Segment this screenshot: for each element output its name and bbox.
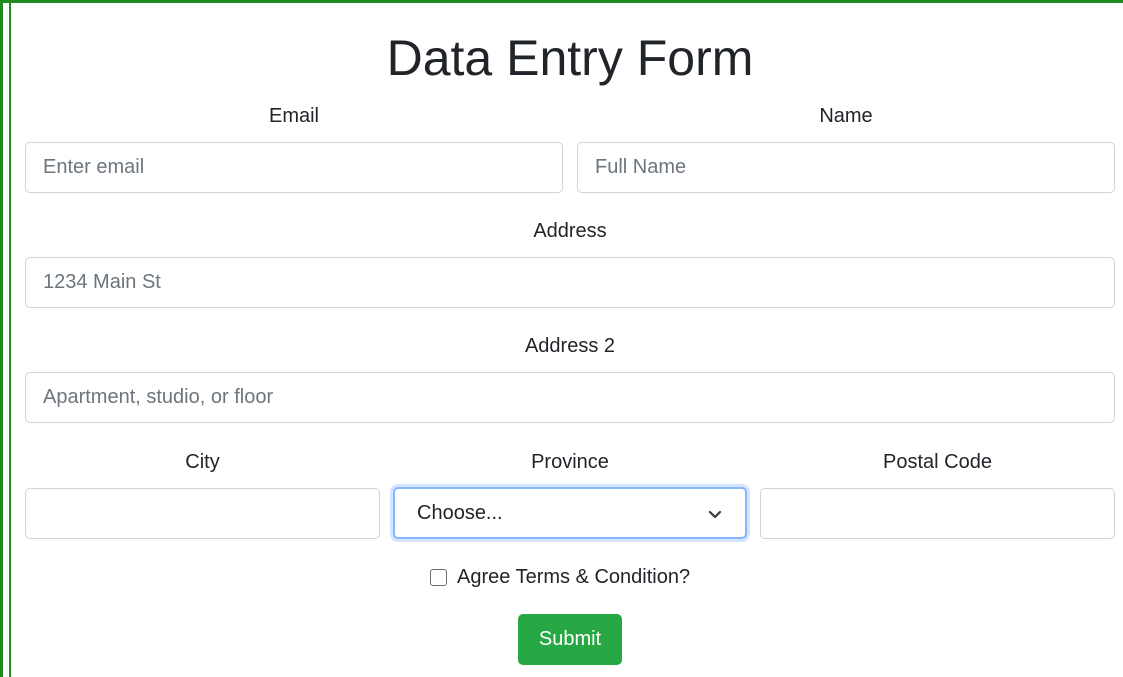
address-label: Address (533, 220, 607, 242)
terms-checkbox[interactable] (430, 568, 447, 586)
chevron-down-icon (707, 505, 723, 521)
email-field[interactable] (25, 142, 563, 193)
page-title: Data Entry Form (386, 30, 754, 86)
postal-code-label: Postal Code (883, 451, 992, 473)
email-label: Email (268, 105, 319, 127)
frame-edge-line (9, 0, 11, 677)
address2-field[interactable] (25, 372, 1115, 423)
address2-label: Address 2 (524, 335, 616, 357)
terms-row[interactable]: Agree Terms & Condition? (430, 564, 690, 590)
city-field[interactable] (25, 488, 380, 539)
city-label: City (185, 451, 220, 473)
name-field[interactable] (577, 142, 1115, 193)
submit-button[interactable]: Submit (518, 614, 622, 665)
name-label: Name (819, 105, 873, 127)
province-selected-value: Choose... (417, 501, 503, 524)
terms-label[interactable]: Agree Terms & Condition? (457, 565, 690, 589)
address-field[interactable] (25, 257, 1115, 308)
postal-code-field[interactable] (760, 488, 1115, 539)
province-label: Province (531, 451, 609, 473)
province-select[interactable]: Choose... (393, 487, 747, 539)
